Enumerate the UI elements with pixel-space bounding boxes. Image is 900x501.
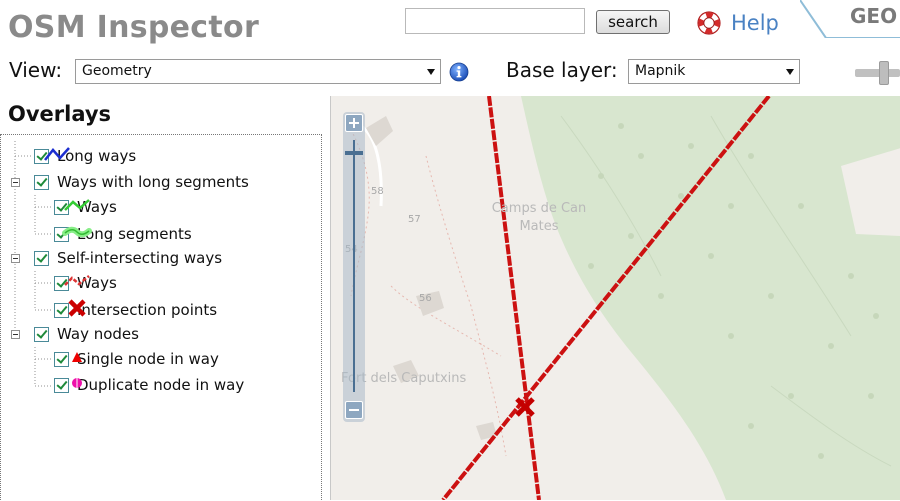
overlay-label: Long segments	[77, 225, 192, 243]
overlay-group-self-intersecting: Self-intersecting ways	[34, 247, 222, 269]
geo-tab-label: GEO	[850, 4, 898, 28]
overlay-label: Duplicate node in way	[77, 376, 245, 394]
view-select-value: Geometry	[82, 63, 152, 79]
red-dashed-line-icon	[64, 275, 90, 286]
overlay-long-segments-segments: Long segments	[54, 223, 192, 245]
overlay-long-ways: Long ways	[34, 145, 136, 167]
red-triangle-icon	[72, 352, 82, 362]
overlay-duplicate-node: Duplicate node in way	[54, 374, 244, 396]
geo-tab[interactable]: GEO	[800, 0, 900, 38]
collapse-toggle[interactable]	[11, 254, 20, 263]
overlay-long-segments-ways: Ways	[54, 196, 117, 218]
search-input[interactable]	[405, 8, 585, 34]
lifebuoy-icon	[697, 11, 721, 35]
map-place-label: Camps de Can Mates	[491, 201, 587, 234]
green-wide-line-icon	[62, 226, 92, 238]
info-icon[interactable]	[449, 62, 469, 82]
overlay-self-intersecting-ways: Ways	[54, 272, 117, 294]
map-viewport[interactable]: Camps de Can Mates Fort dels Caputxins 5…	[330, 96, 900, 500]
base-layer-select[interactable]: Mapnik	[628, 59, 800, 84]
overlay-group-long-segments: Ways with long segments	[34, 171, 249, 193]
house-number: 58	[371, 186, 384, 197]
view-select[interactable]: Geometry	[75, 59, 441, 84]
checkbox[interactable]	[34, 250, 49, 266]
overlays-heading: Overlays	[8, 102, 112, 126]
slider-thumb[interactable]	[879, 61, 889, 85]
overlay-intersection-points: Intersection points	[54, 299, 217, 321]
view-label: View:	[9, 58, 63, 82]
checkbox[interactable]	[34, 174, 49, 190]
base-layer-select-value: Mapnik	[635, 63, 686, 79]
overlays-panel: Overlays Long ways Ways with long segmen…	[0, 96, 330, 500]
base-layer-label: Base layer:	[506, 58, 618, 82]
zoom-slider-handle[interactable]	[345, 151, 363, 155]
slider-track	[855, 69, 900, 77]
overlay-label: Single node in way	[77, 350, 219, 368]
house-number: 56	[419, 293, 432, 304]
chevron-down-icon	[786, 69, 794, 75]
overlay-single-node: Single node in way	[54, 348, 219, 370]
search-button[interactable]: search	[596, 10, 670, 34]
magenta-circle-icon	[72, 378, 82, 388]
checkbox[interactable]	[34, 326, 49, 342]
overlay-label: Ways with long segments	[57, 173, 249, 191]
green-line-icon	[64, 199, 90, 211]
zoom-in-button[interactable]	[345, 114, 363, 132]
help-link[interactable]: Help	[697, 8, 779, 38]
opacity-slider[interactable]	[855, 61, 900, 85]
app-title: OSM Inspector	[8, 10, 260, 45]
overlays-tree: Long ways Ways with long segments Ways L…	[0, 134, 322, 500]
overlay-label: Way nodes	[57, 325, 139, 343]
overlay-group-way-nodes: Way nodes	[34, 323, 139, 345]
red-cross-icon	[68, 299, 86, 317]
collapse-toggle[interactable]	[11, 330, 20, 339]
chevron-down-icon	[427, 69, 435, 75]
help-label: Help	[731, 11, 779, 35]
zoom-track[interactable]	[353, 140, 355, 392]
overlay-label: Self-intersecting ways	[57, 249, 223, 267]
zoom-out-button[interactable]	[345, 401, 363, 419]
collapse-toggle[interactable]	[11, 178, 20, 187]
long-ways-line-icon	[44, 147, 70, 161]
app-header: OSM Inspector search Help GEO View: Geom…	[0, 0, 900, 96]
house-number: 57	[408, 214, 421, 225]
basemap	[331, 96, 900, 500]
overlay-label: Intersection points	[77, 301, 218, 319]
